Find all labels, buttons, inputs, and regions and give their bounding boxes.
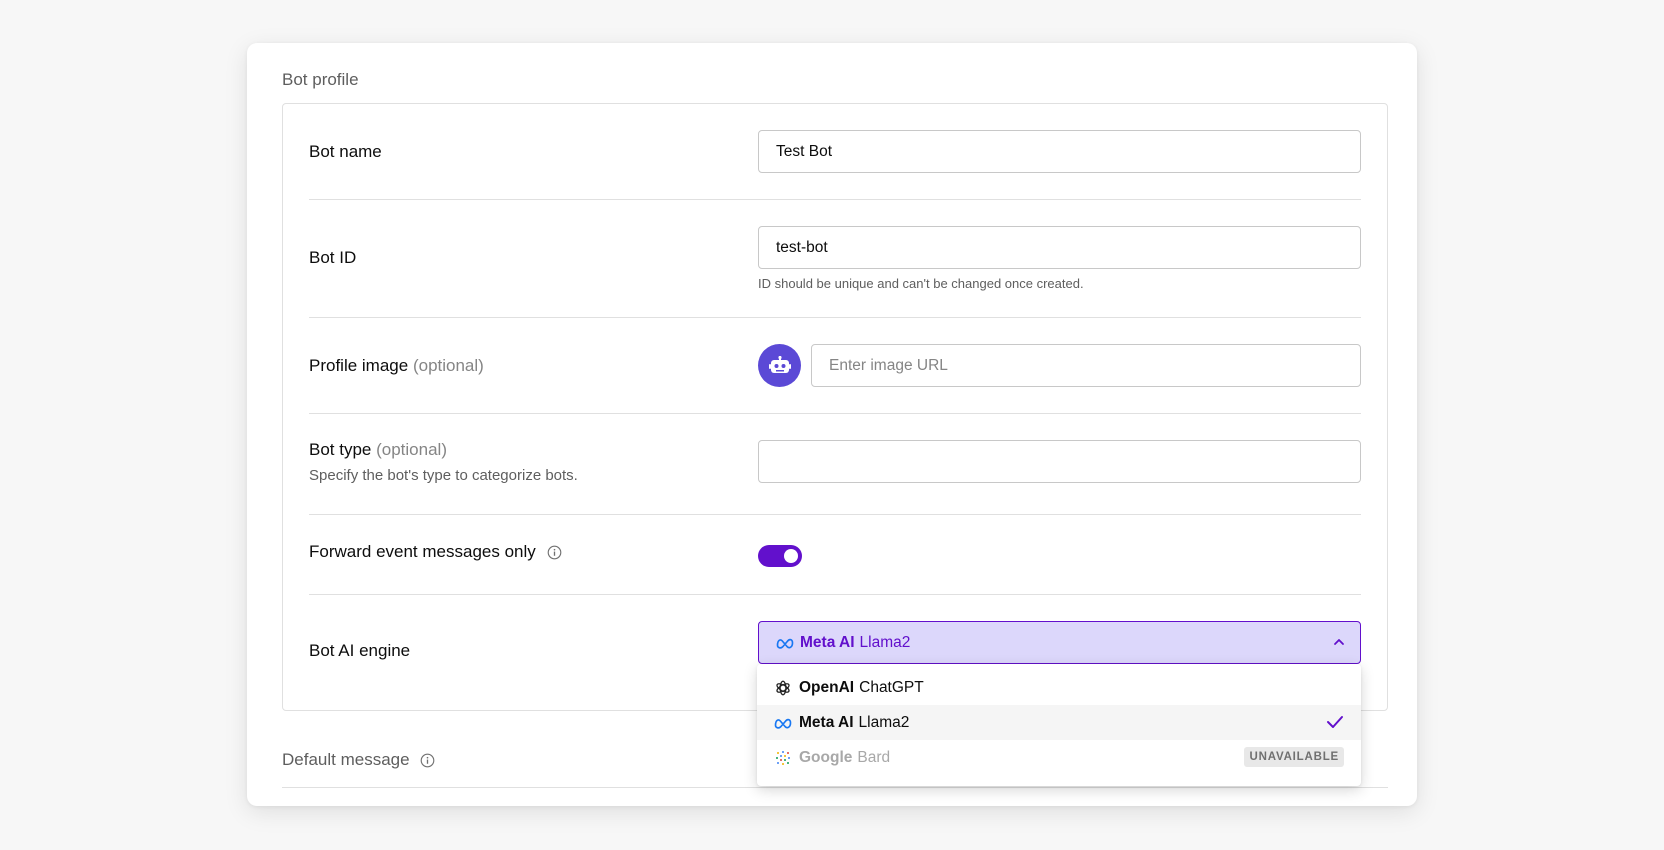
- bot-name-label: Bot name: [309, 142, 382, 161]
- bot-profile-panel: Bot name Test Bot Bot ID test-bot ID sho…: [282, 103, 1388, 711]
- default-message-title-text: Default message: [282, 750, 410, 769]
- selected-model: Llama2: [859, 633, 911, 651]
- image-url-input[interactable]: Enter image URL: [811, 344, 1361, 387]
- ai-engine-label: Bot AI engine: [309, 641, 411, 660]
- option-provider: Meta AI: [799, 713, 854, 731]
- bot-type-input[interactable]: [758, 440, 1361, 483]
- option-openai[interactable]: OpenAI ChatGPT: [757, 670, 1361, 705]
- ai-engine-select[interactable]: Meta AI Llama2: [758, 621, 1361, 664]
- bot-type-description: Specify the bot's type to categorize bot…: [309, 467, 578, 484]
- option-provider: Google: [799, 748, 853, 766]
- option-model: ChatGPT: [859, 678, 924, 696]
- app-frame: Bot profile Bot name Test Bot Bot ID tes…: [0, 0, 1664, 850]
- chevron-up-icon: [1334, 639, 1344, 645]
- default-message-title: Default message: [282, 750, 435, 770]
- divider: [282, 787, 1388, 788]
- unavailable-badge: UNAVAILABLE: [1244, 747, 1344, 767]
- section-title: Bot profile: [282, 70, 359, 89]
- forward-events-toggle[interactable]: [758, 545, 802, 567]
- option-google-bard: Google Bard UNAVAILABLE: [757, 740, 1361, 775]
- forward-events-label-text: Forward event messages only: [309, 542, 536, 561]
- option-provider: OpenAI: [799, 678, 855, 696]
- bot-type-row: Bot type (optional) Specify the bot's ty…: [309, 414, 1361, 514]
- robot-icon: [768, 355, 791, 373]
- google-bard-icon: [776, 750, 790, 765]
- option-meta-ai[interactable]: Meta AI Llama2: [757, 705, 1361, 740]
- bot-id-label: Bot ID: [309, 248, 357, 267]
- forward-events-label: Forward event messages only: [309, 542, 562, 562]
- option-model: Llama2: [858, 713, 910, 731]
- bot-id-hint: ID should be unique and can't be changed…: [758, 276, 1084, 291]
- bot-type-label-text: Bot type: [309, 440, 372, 459]
- info-icon[interactable]: [420, 753, 435, 768]
- meta-icon: [774, 718, 792, 729]
- option-model: Bard: [857, 748, 891, 766]
- profile-image-row: Profile image (optional) Enter image URL: [309, 318, 1361, 413]
- bot-name-row: Bot name Test Bot: [309, 104, 1361, 199]
- optional-tag: (optional): [412, 356, 484, 375]
- bot-type-label: Bot type (optional): [309, 440, 447, 460]
- toggle-knob: [784, 549, 798, 563]
- meta-icon: [776, 638, 794, 649]
- optional-tag: (optional): [376, 440, 447, 459]
- info-icon[interactable]: [547, 545, 562, 560]
- profile-avatar: [758, 344, 801, 387]
- bot-id-row: Bot ID test-bot ID should be unique and …: [309, 200, 1361, 317]
- bot-id-input[interactable]: test-bot: [758, 226, 1361, 269]
- ai-engine-dropdown: OpenAI ChatGPT Meta AI Llama2 Google Bar…: [757, 664, 1361, 786]
- forward-events-row: Forward event messages only: [309, 515, 1361, 594]
- profile-image-label-text: Profile image: [309, 356, 409, 375]
- openai-icon: [776, 680, 790, 695]
- check-icon: [1327, 716, 1343, 728]
- profile-image-label: Profile image (optional): [309, 356, 484, 376]
- selected-provider: Meta AI: [800, 633, 855, 651]
- bot-name-input[interactable]: Test Bot: [758, 130, 1361, 173]
